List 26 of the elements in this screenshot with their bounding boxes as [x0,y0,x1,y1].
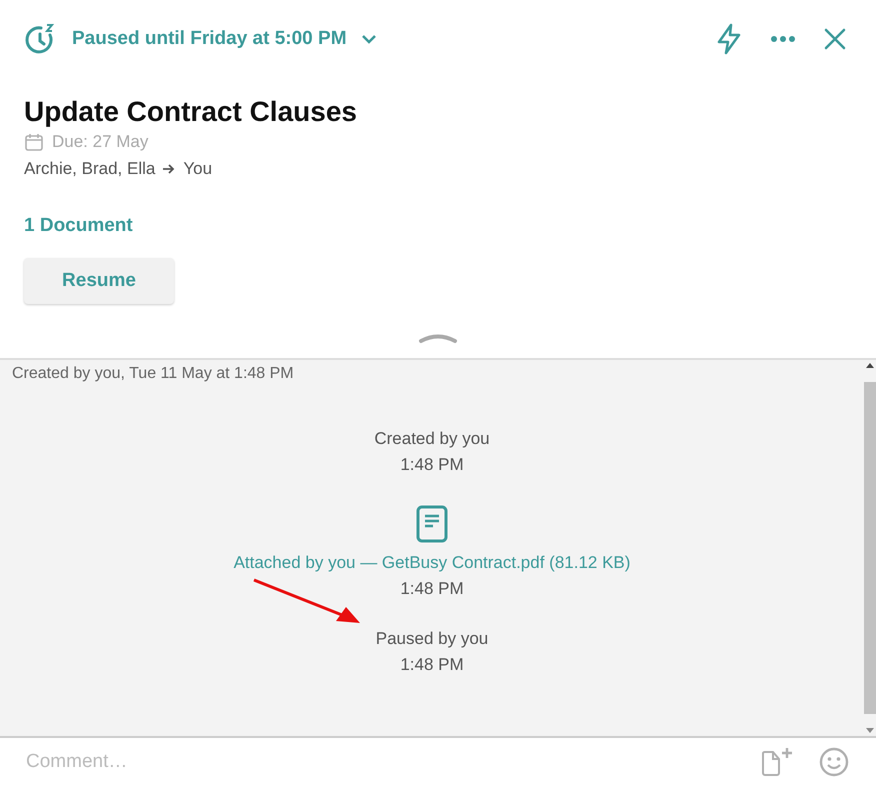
task-title: Update Contract Clauses [24,95,357,129]
emoji-icon[interactable] [818,746,850,778]
document-icon [416,505,448,543]
activity-time: 1:48 PM [400,455,464,475]
lightning-icon[interactable] [716,23,742,55]
close-icon[interactable] [824,28,846,50]
chevron-down-icon [360,34,377,44]
activity-time: 1:48 PM [400,579,464,599]
comment-field[interactable]: Comment… [24,750,736,774]
activity-event: Created by you [374,429,490,449]
scrollbar[interactable] [864,360,876,736]
add-file-icon[interactable] [760,746,794,776]
assigners: Archie, Brad, Ella [24,159,156,179]
activity-header: Created by you, Tue 11 May at 1:48 PM [11,364,295,383]
resume-button[interactable]: Resume [24,258,174,304]
status-dropdown[interactable]: Paused until Friday at 5:00 PM [24,22,377,56]
due-date: Due: 27 May [52,132,148,152]
assignee: You [183,159,212,179]
arrow-right-icon [162,163,176,175]
activity-time: 1:48 PM [400,655,464,675]
activity-event: Paused by you [376,629,488,649]
collapse-handle-icon[interactable] [418,332,458,344]
attachment-link[interactable]: Attached by you — GetBusy Contract.pdf (81.12 KB) [234,553,630,573]
calendar-icon [24,132,44,152]
more-icon[interactable] [770,35,796,43]
documents-link[interactable]: 1 Document [24,215,133,237]
